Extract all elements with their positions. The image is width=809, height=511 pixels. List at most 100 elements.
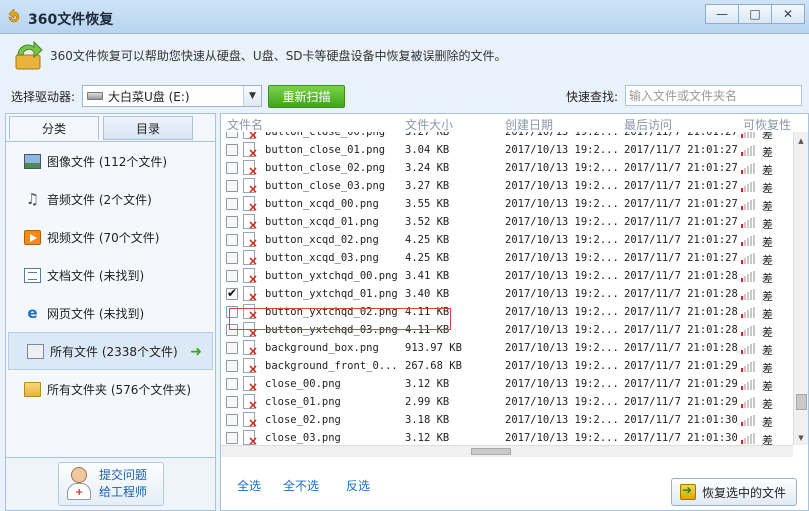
cell-recoverability: 差 (762, 380, 773, 393)
close-button[interactable]: ✕ (771, 4, 805, 24)
cell-created: 2017/10/13 19:2... (505, 162, 619, 174)
submit-to-engineer-button[interactable]: + 提交问题 给工程师 (58, 462, 164, 506)
tab-directory[interactable]: 目录 (103, 116, 193, 140)
select-all-link[interactable]: 全选 (237, 477, 261, 494)
hscroll-thumb[interactable] (471, 448, 511, 455)
table-row[interactable]: background_front_0... 267.68 KB 2017/10/13… (221, 357, 793, 375)
row-checkbox[interactable] (226, 286, 238, 300)
row-checkbox[interactable] (226, 144, 238, 156)
category-document[interactable]: 文档文件 (未找到) (6, 256, 215, 294)
cell-name: button_close_00.png (265, 132, 386, 138)
row-checkbox[interactable] (226, 132, 238, 138)
recover-label: 恢复选中的文件 (702, 485, 787, 500)
header-name[interactable]: 文件名 (227, 116, 263, 133)
table-row[interactable]: button_close_03.png 3.27 KB 2017/10/13 19:… (221, 177, 793, 195)
table-row[interactable]: close_02.png 3.18 KB 2017/10/13 19:2... 201… (221, 411, 793, 429)
invert-selection-link[interactable]: 反选 (346, 477, 370, 494)
table-row[interactable]: close_03.png 3.12 KB 2017/10/13 19:2... 201… (221, 429, 793, 445)
row-checkbox[interactable] (226, 432, 238, 444)
search-input[interactable] (625, 85, 802, 106)
signal-bars-icon (741, 415, 757, 426)
row-checkbox[interactable] (226, 162, 238, 174)
table-row[interactable]: close_00.png 3.12 KB 2017/10/13 19:2... 201… (221, 375, 793, 393)
category-image[interactable]: 图像文件 (112个文件) (6, 142, 215, 180)
table-row[interactable]: button_xcqd_00.png 3.55 KB 2017/10/13 19:2… (221, 195, 793, 213)
table-row[interactable]: button_xcqd_02.png 4.25 KB 2017/10/13 19:2… (221, 231, 793, 249)
cell-size: 4.11 KB (405, 306, 450, 318)
row-checkbox[interactable] (226, 180, 238, 192)
row-checkbox[interactable] (226, 198, 238, 210)
cell-size: 3.52 KB (405, 216, 450, 228)
row-checkbox[interactable] (226, 360, 238, 372)
row-checkbox[interactable] (226, 234, 238, 246)
row-checkbox[interactable] (226, 342, 238, 354)
cell-recoverability: 差 (762, 218, 773, 231)
cell-size: 4.25 KB (405, 234, 450, 246)
cell-size: 3.12 KB (405, 432, 450, 444)
signal-bars-icon (741, 379, 757, 390)
category-video[interactable]: 视频文件 (70个文件) (6, 218, 215, 256)
table-row[interactable]: button_yxtchqd_02.png 4.11 KB 2017/10/13 1… (221, 303, 793, 321)
cell-size: 3.41 KB (405, 270, 450, 282)
header-accessed[interactable]: 最后访问 (624, 116, 672, 133)
row-checkbox[interactable] (226, 252, 238, 264)
recover-selected-button[interactable]: 恢复选中的文件 (671, 478, 797, 506)
cell-recoverability: 差 (762, 398, 773, 411)
table-row[interactable]: button_yxtchqd_01.png 3.40 KB 2017/10/13 1… (221, 285, 793, 303)
rescan-button[interactable]: 重新扫描 (268, 85, 345, 108)
deleted-file-icon (243, 394, 258, 411)
table-row[interactable]: button_xcqd_03.png 4.25 KB 2017/10/13 19:2… (221, 249, 793, 267)
table-row[interactable]: button_close_00.png 3.27 KB 2017/10/13 19:… (221, 132, 793, 141)
row-checkbox[interactable] (226, 378, 238, 390)
cell-name: close_02.png (265, 414, 341, 426)
table-row[interactable]: close_01.png 2.99 KB 2017/10/13 19:2... 201… (221, 393, 793, 411)
tab-category[interactable]: 分类 (9, 116, 99, 140)
header-size[interactable]: 文件大小 (405, 116, 453, 133)
cell-name: button_xcqd_00.png (265, 198, 379, 210)
scroll-thumb[interactable] (796, 394, 807, 410)
row-checkbox[interactable] (226, 270, 238, 282)
scroll-down-icon[interactable]: ▼ (794, 431, 808, 445)
vertical-scrollbar[interactable]: ▲ ▼ (793, 132, 808, 445)
signal-bars-icon (741, 132, 757, 138)
header-created[interactable]: 创建日期 (505, 116, 553, 133)
deleted-file-icon (243, 214, 258, 231)
row-checkbox[interactable] (226, 306, 238, 318)
select-none-link[interactable]: 全不选 (283, 477, 319, 494)
table-row[interactable]: button_yxtchqd_03.png 4.11 KB 2017/10/13 1… (221, 321, 793, 339)
table-row[interactable]: button_close_01.png 3.04 KB 2017/10/13 19:… (221, 141, 793, 159)
cell-recoverability: 差 (762, 308, 773, 321)
cell-name: close_01.png (265, 396, 341, 408)
maximize-button[interactable]: □ (738, 4, 772, 24)
row-checkbox[interactable] (226, 414, 238, 426)
deleted-file-icon (243, 142, 258, 159)
cell-accessed: 2017/11/7 21:01:30 (624, 432, 738, 444)
row-checkbox[interactable] (226, 396, 238, 408)
cell-recoverability: 差 (762, 344, 773, 357)
scroll-up-icon[interactable]: ▲ (794, 134, 808, 148)
minimize-button[interactable]: — (705, 4, 739, 24)
signal-bars-icon (741, 307, 757, 318)
cell-size: 3.27 KB (405, 180, 450, 192)
header-recoverability[interactable]: 可恢复性 (743, 116, 791, 133)
left-footer: + 提交问题 给工程师 (6, 457, 215, 510)
cell-name: button_close_03.png (265, 180, 386, 192)
image-icon (24, 153, 41, 169)
table-row[interactable]: button_xcqd_01.png 3.52 KB 2017/10/13 19:2… (221, 213, 793, 231)
files-icon (27, 343, 44, 359)
signal-bars-icon (741, 163, 757, 174)
category-audio[interactable]: ♫ 音频文件 (2个文件) (6, 180, 215, 218)
row-checkbox[interactable] (226, 324, 238, 336)
category-all-folders[interactable]: 所有文件夹 (576个文件夹) (6, 370, 215, 408)
horizontal-scrollbar[interactable] (221, 445, 793, 457)
cell-recoverability: 差 (762, 434, 773, 445)
cell-accessed: 2017/11/7 21:01:27 (624, 162, 738, 174)
table-row[interactable]: button_yxtchqd_00.png 3.41 KB 2017/10/13 1… (221, 267, 793, 285)
table-row[interactable]: button_close_02.png 3.24 KB 2017/10/13 19:… (221, 159, 793, 177)
drive-select[interactable]: 大白菜U盘 (E:) ▼ (82, 85, 262, 107)
category-all-files[interactable]: 所有文件 (2338个文件) ➜ (8, 332, 213, 370)
table-row[interactable]: background_box.png 913.97 KB 2017/10/13 19… (221, 339, 793, 357)
category-web[interactable]: e 网页文件 (未找到) (6, 294, 215, 332)
chevron-down-icon[interactable]: ▼ (243, 86, 261, 106)
row-checkbox[interactable] (226, 216, 238, 228)
